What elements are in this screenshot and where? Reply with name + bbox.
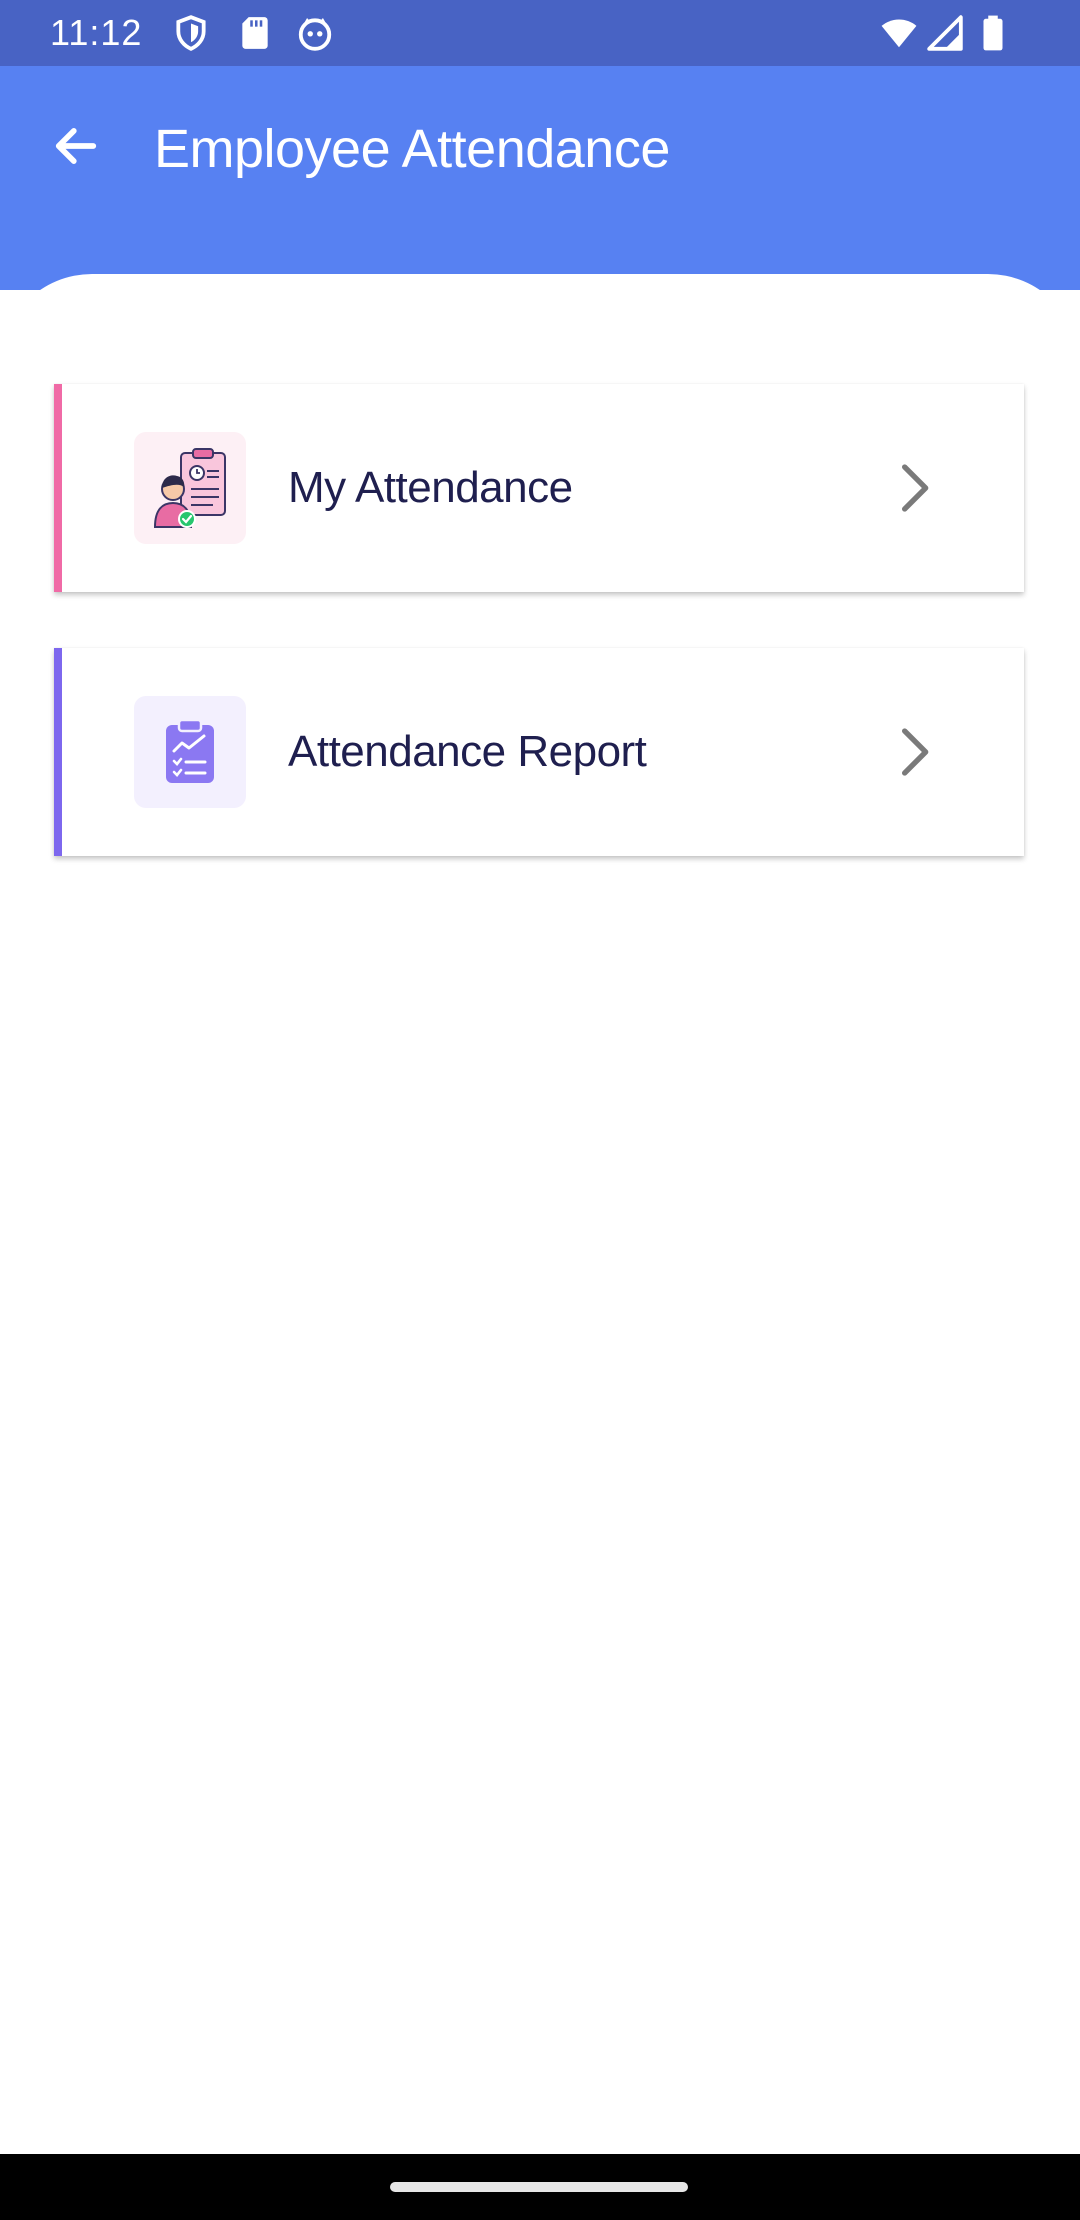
clipboard-report-icon	[134, 696, 246, 808]
card-accent-bar	[54, 648, 62, 856]
cell-signal-icon	[926, 14, 964, 52]
navigation-bar	[0, 2154, 1080, 2220]
card-accent-bar	[54, 384, 62, 592]
status-bar: 11:12	[0, 0, 1080, 66]
wifi-icon	[880, 14, 918, 52]
chevron-right-icon	[886, 460, 942, 516]
attendance-report-label: Attendance Report	[288, 727, 647, 776]
content-area: My Attendance Attendance Report	[0, 274, 1080, 2154]
app-bar: Employee Attendance	[0, 66, 1080, 290]
arrow-back-icon	[50, 120, 102, 177]
attendance-person-icon	[134, 432, 246, 544]
status-time: 11:12	[50, 12, 143, 53]
battery-icon	[974, 14, 1012, 52]
back-button[interactable]	[44, 116, 108, 180]
shield-icon	[172, 14, 210, 52]
page-title: Employee Attendance	[154, 119, 670, 179]
my-attendance-card[interactable]: My Attendance	[54, 384, 1024, 592]
attendance-report-card[interactable]: Attendance Report	[54, 648, 1024, 856]
sd-card-icon	[236, 14, 274, 52]
cat-face-icon	[296, 14, 334, 52]
chevron-right-icon	[886, 724, 942, 780]
my-attendance-label: My Attendance	[288, 463, 573, 512]
home-gesture-handle[interactable]	[390, 2182, 688, 2192]
